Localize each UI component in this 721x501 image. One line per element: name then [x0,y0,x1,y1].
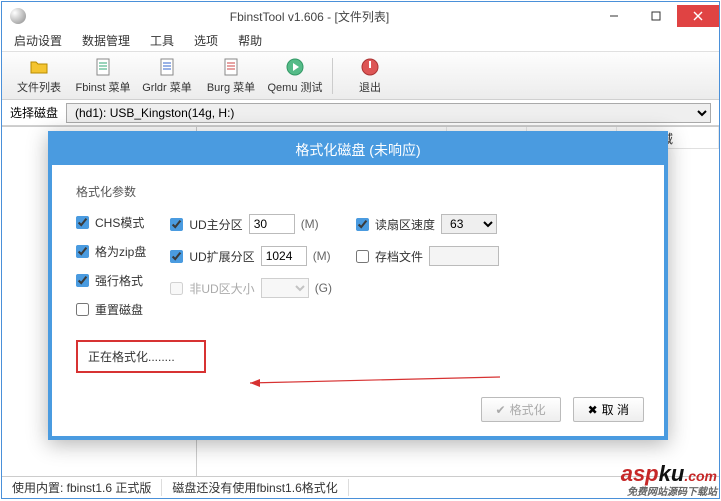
udmain-input[interactable] [249,214,295,234]
readspeed-select[interactable]: 63 [441,214,497,234]
archive-checkbox[interactable] [356,250,369,263]
tool-burg-menu[interactable]: Burg 菜单 [200,54,262,98]
toolbar-separator [332,58,333,94]
opt-reset[interactable]: 重置磁盘 [76,301,146,318]
app-icon [10,8,26,24]
disk-label: 选择磁盘 [10,104,58,121]
check-icon: ✔ [496,403,506,417]
document-icon [221,57,241,77]
readspeed-checkbox[interactable] [356,218,369,231]
opt-chs[interactable]: CHS模式 [76,214,146,231]
zip-checkbox[interactable] [76,245,89,258]
reset-checkbox[interactable] [76,303,89,316]
disk-select[interactable]: (hd1): USB_Kingston(14g, H:) [66,103,711,123]
format-button: ✔格式化 [481,397,561,422]
annotation-arrow-icon [250,375,510,395]
status-right: 磁盘还没有使用fbinst1.6格式化 [162,479,348,496]
document-icon [157,57,177,77]
nonud-checkbox [170,282,183,295]
nonud-select [261,278,309,298]
opt-non-ud: 非UD区大小(G) [170,278,332,298]
close-icon: ✖ [588,403,598,417]
udmain-checkbox[interactable] [170,218,183,231]
dialog-actions: ✔格式化 ✖取 消 [52,389,664,436]
close-button[interactable] [677,5,719,27]
menu-tools[interactable]: 工具 [146,30,178,51]
window-controls [593,5,719,27]
opt-ud-main[interactable]: UD主分区(M) [170,214,332,234]
tool-qemu-test[interactable]: Qemu 测试 [264,54,326,98]
opt-force[interactable]: 强行格式 [76,272,146,289]
opt-archive[interactable]: 存档文件 [356,246,499,266]
exit-icon [360,57,380,77]
cancel-button[interactable]: ✖取 消 [573,397,644,422]
chs-checkbox[interactable] [76,216,89,229]
opt-ud-ext[interactable]: UD扩展分区(M) [170,246,332,266]
minimize-button[interactable] [593,5,635,27]
group-label: 格式化参数 [76,183,640,200]
archive-input [429,246,499,266]
menubar: 启动设置 数据管理 工具 选项 帮助 [2,30,719,52]
tool-file-list[interactable]: 文件列表 [8,54,70,98]
udext-checkbox[interactable] [170,250,183,263]
udext-input[interactable] [261,246,307,266]
window-title: FbinstTool v1.606 - [文件列表] [26,8,593,25]
dialog-body: 格式化参数 CHS模式 格为zip盘 强行格式 重置磁盘 UD主分区(M) UD… [52,165,664,389]
menu-help[interactable]: 帮助 [234,30,266,51]
format-status: 正在格式化........ [76,340,206,373]
document-icon [93,57,113,77]
force-checkbox[interactable] [76,274,89,287]
watermark: aspku.com 免费网站源码下载站 [621,461,717,498]
status-left: 使用内置: fbinst1.6 正式版 [2,479,162,496]
menu-options[interactable]: 选项 [190,30,222,51]
tool-exit[interactable]: 退出 [339,54,401,98]
statusbar: 使用内置: fbinst1.6 正式版 磁盘还没有使用fbinst1.6格式化 [2,476,719,498]
menu-data[interactable]: 数据管理 [78,30,134,51]
maximize-button[interactable] [635,5,677,27]
format-dialog: 格式化磁盘 (未响应) 格式化参数 CHS模式 格为zip盘 强行格式 重置磁盘… [48,131,668,440]
disk-selector-bar: 选择磁盘 (hd1): USB_Kingston(14g, H:) [2,100,719,126]
opt-read-speed[interactable]: 读扇区速度63 [356,214,499,234]
tool-grldr-menu[interactable]: Grldr 菜单 [136,54,198,98]
toolbar: 文件列表 Fbinst 菜单 Grldr 菜单 Burg 菜单 Qemu 测试 … [2,52,719,100]
dialog-title: 格式化磁盘 (未响应) [52,135,664,165]
folder-icon [29,57,49,77]
opt-zip[interactable]: 格为zip盘 [76,243,146,260]
tool-fbinst-menu[interactable]: Fbinst 菜单 [72,54,134,98]
menu-boot[interactable]: 启动设置 [10,30,66,51]
play-icon [285,57,305,77]
titlebar: FbinstTool v1.606 - [文件列表] [2,2,719,30]
